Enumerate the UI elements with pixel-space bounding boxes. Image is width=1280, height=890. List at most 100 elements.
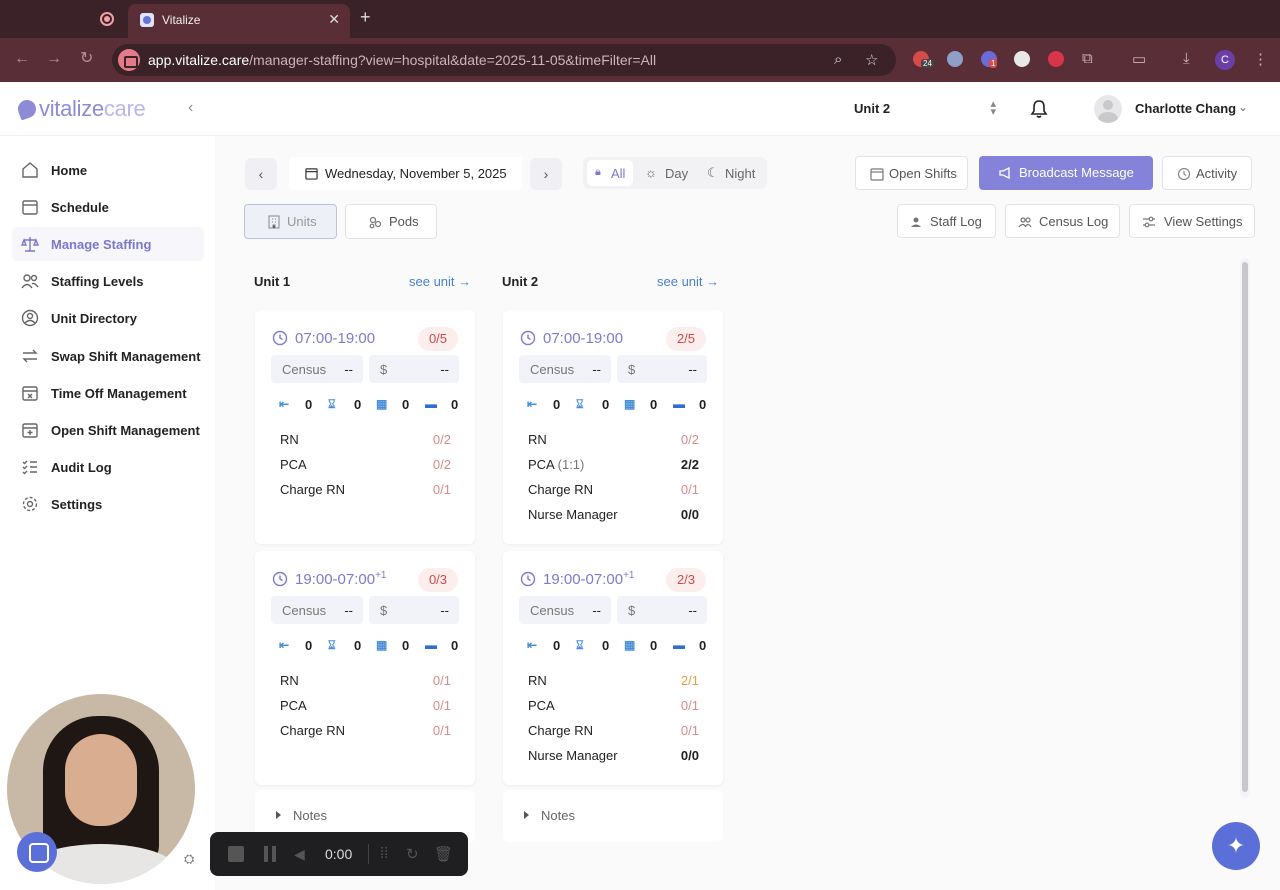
shift-card[interactable]: 19:00-07:00+1 0/3 Census -- $ -- ⇤ 0 ⌛︎ 0 ▦ 0… <box>255 551 475 785</box>
role-count[interactable]: 2/2 <box>681 457 699 472</box>
role-count[interactable]: 0/1 <box>681 698 699 713</box>
extension-icon[interactable]: 24 <box>913 51 934 68</box>
sidebar-item-time-off-management[interactable]: Time Off Management <box>12 376 204 410</box>
bookmark-star-icon[interactable]: ☆ <box>865 51 878 69</box>
vitalize-logo[interactable]: vitalizecare <box>15 96 146 122</box>
open-shifts-button[interactable]: Open Shifts <box>855 156 968 190</box>
chat-support-button[interactable] <box>17 832 57 872</box>
arrival-icon: ⇤ <box>279 638 290 652</box>
extension-icon[interactable]: 1 <box>981 51 998 68</box>
trash-icon[interactable]: 🗑︎ <box>434 845 453 863</box>
staff-log-button[interactable]: Staff Log <box>897 204 996 238</box>
extension-icon[interactable] <box>1014 51 1030 67</box>
census-field[interactable]: Census -- <box>519 355 611 383</box>
user-name[interactable]: Charlotte Chang <box>1135 101 1236 116</box>
tab-search-icon[interactable]: ▭ <box>1132 50 1146 68</box>
reload-icon[interactable]: ↻ <box>80 50 93 68</box>
sidebar-item-settings[interactable]: Settings <box>12 487 204 521</box>
sidebar-item-audit-log[interactable]: Audit Log <box>12 450 204 484</box>
census-field[interactable]: Census -- <box>271 355 363 383</box>
see-unit-1-link[interactable]: see unit → <box>409 274 471 289</box>
shift-card[interactable]: 07:00-19:00 2/5 Census -- $ -- ⇤ 0 ⌛︎ 0 ▦ 0 ▬… <box>503 310 723 544</box>
cost-field[interactable]: $ -- <box>369 355 459 383</box>
unit-select[interactable]: Unit 2 ▴ ▾ <box>842 92 1008 126</box>
cost-field[interactable]: $ -- <box>617 596 707 624</box>
shift-card[interactable]: 19:00-07:00+1 2/3 Census -- $ -- ⇤ 0 ⌛︎ 0 ▦ 0… <box>503 551 723 785</box>
extensions-puzzle-icon[interactable]: ⧉ <box>1082 50 1093 67</box>
view-pods-toggle[interactable]: Pods <box>345 204 437 239</box>
camera-switch-icon[interactable]: ⛭ <box>184 851 194 867</box>
date-picker[interactable]: Wednesday, November 5, 2025 <box>289 157 522 190</box>
role-count[interactable]: 0/2 <box>681 432 699 447</box>
pause-recording-button[interactable] <box>264 846 276 862</box>
url-text[interactable]: app.vitalize.care/manager-staffing?view=… <box>148 52 656 68</box>
download-icon[interactable]: ⤓ <box>1183 50 1190 67</box>
grid-icon[interactable]: ⁞⁞ <box>380 845 388 862</box>
previous-day-button[interactable]: ‹ <box>245 158 277 190</box>
view-settings-button[interactable]: View Settings <box>1129 204 1255 238</box>
restart-icon[interactable]: ↻ <box>406 845 419 863</box>
sidebar-item-manage-staffing[interactable]: Manage Staffing <box>12 227 204 261</box>
forward-icon[interactable]: → <box>46 50 62 68</box>
role-count[interactable]: 0/1 <box>433 723 451 738</box>
unit-2-notes-toggle[interactable]: Notes <box>503 790 723 842</box>
view-units-toggle[interactable]: Units <box>244 204 337 239</box>
cost-field[interactable]: $ -- <box>617 355 707 383</box>
sidebar-item-home[interactable]: Home <box>12 153 204 187</box>
collapse-sidebar-icon[interactable]: ‹ <box>188 99 193 117</box>
filter-day[interactable]: ☼ Day <box>639 160 695 186</box>
browser-profile-avatar[interactable]: C <box>1215 50 1235 70</box>
cost-field[interactable]: $ -- <box>369 596 459 624</box>
role-count[interactable]: 0/1 <box>433 482 451 497</box>
content-scrollbar[interactable] <box>1240 258 1250 798</box>
sidebar-item-open-shift-management[interactable]: Open Shift Management <box>12 413 204 447</box>
swap-icon <box>22 349 38 363</box>
main-content: ‹ Wednesday, November 5, 2025 › 🔒︎ All ☼… <box>215 136 1280 890</box>
tab-close-icon[interactable]: ✕ <box>328 11 340 28</box>
shift-time: 07:00-19:00 <box>543 330 624 347</box>
role-count[interactable]: 0/1 <box>681 723 699 738</box>
role-count[interactable]: 2/1 <box>681 673 699 688</box>
chevron-down-icon[interactable]: ⌄ <box>1238 100 1248 114</box>
census-field[interactable]: Census -- <box>519 596 611 624</box>
role-count[interactable]: 0/2 <box>433 457 451 472</box>
role-count[interactable]: 0/0 <box>681 748 699 763</box>
filter-all[interactable]: 🔒︎ All <box>587 160 633 186</box>
message-icon: ▬ <box>673 638 685 652</box>
extension-icon[interactable] <box>1048 51 1064 67</box>
census-field[interactable]: Census -- <box>271 596 363 624</box>
sidebar-item-swap-shift-management[interactable]: Swap Shift Management <box>12 339 204 373</box>
sidebar-item-schedule[interactable]: Schedule <box>12 190 204 224</box>
shift-time: 19:00-07:00+1 <box>543 570 635 588</box>
new-tab-icon[interactable]: + <box>360 8 371 26</box>
scrollbar-thumb[interactable] <box>1242 262 1248 792</box>
zoom-icon[interactable]: ⌕ <box>834 51 842 68</box>
mute-icon[interactable]: ◀︎ <box>294 846 305 863</box>
role-count[interactable]: 0/0 <box>681 507 699 522</box>
shift-time: 07:00-19:00 <box>295 330 376 347</box>
ai-assistant-button[interactable]: ✦ <box>1212 822 1260 870</box>
role-count[interactable]: 0/1 <box>433 698 451 713</box>
notification-bell-icon[interactable] <box>1030 99 1048 119</box>
browser-menu-icon[interactable]: ⋮ <box>1253 50 1268 68</box>
role-count[interactable]: 0/2 <box>433 432 451 447</box>
back-icon[interactable]: ← <box>14 50 30 68</box>
role-name: Nurse Manager <box>528 748 618 763</box>
broadcast-message-button[interactable]: Broadcast Message <box>979 156 1153 190</box>
sidebar-item-staffing-levels[interactable]: Staffing Levels <box>12 264 204 298</box>
role-count[interactable]: 0/1 <box>681 482 699 497</box>
role-count[interactable]: 0/1 <box>433 673 451 688</box>
user-avatar[interactable] <box>1094 95 1122 123</box>
browser-tab[interactable]: Vitalize ✕ <box>128 4 350 38</box>
next-day-button[interactable]: › <box>530 158 562 190</box>
filter-night[interactable]: ☾ Night <box>701 160 765 186</box>
camera-permission-icon[interactable] <box>118 49 140 71</box>
address-bar[interactable]: app.vitalize.care/manager-staffing?view=… <box>112 44 896 76</box>
sidebar-item-unit-directory[interactable]: Unit Directory <box>12 301 204 335</box>
activity-button[interactable]: Activity <box>1162 156 1252 190</box>
stop-recording-button[interactable] <box>228 846 244 862</box>
census-log-button[interactable]: Census Log <box>1005 204 1120 238</box>
see-unit-2-link[interactable]: see unit → <box>657 274 719 289</box>
extension-globe-icon[interactable] <box>947 51 963 67</box>
shift-card[interactable]: 07:00-19:00 0/5 Census -- $ -- ⇤ 0 ⌛︎ 0 ▦ 0 ▬… <box>255 310 475 544</box>
